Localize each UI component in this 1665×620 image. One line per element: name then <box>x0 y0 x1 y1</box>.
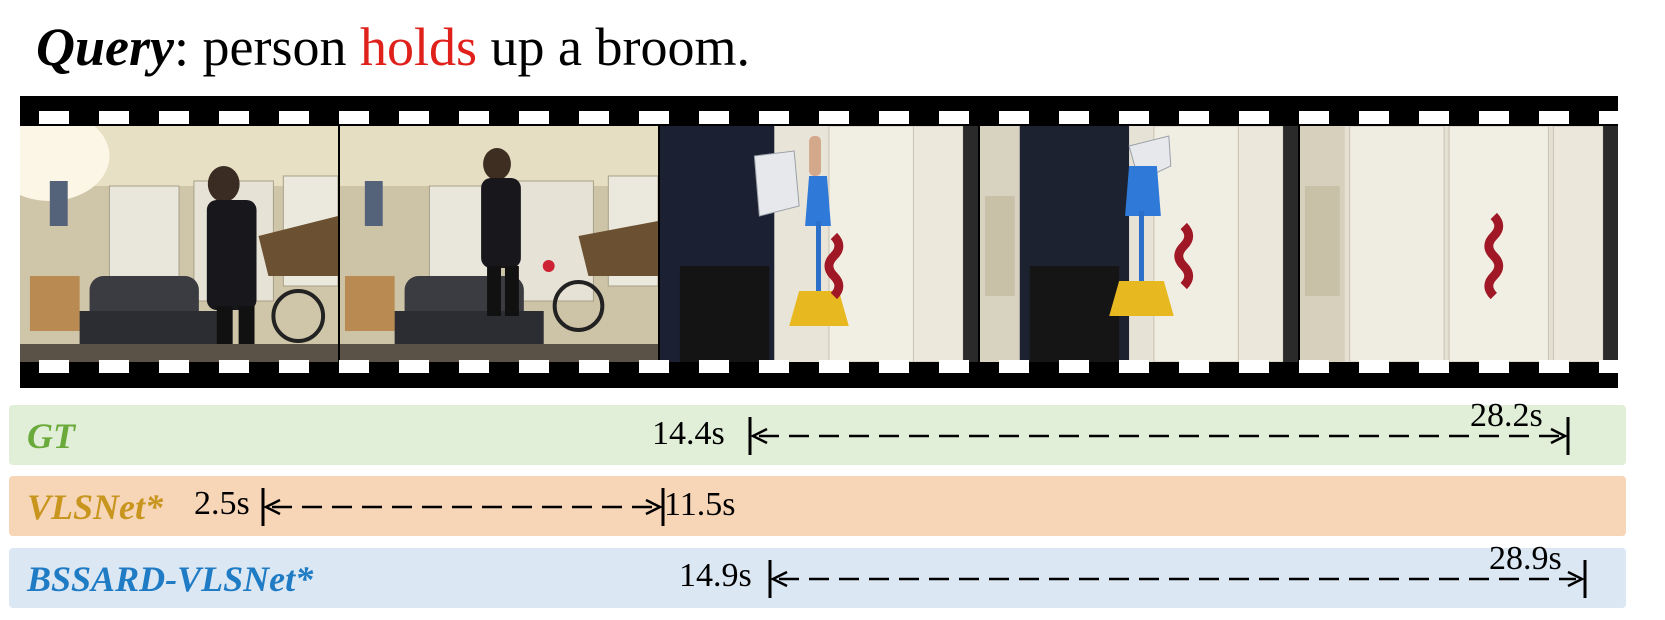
query-before: person <box>202 17 360 77</box>
query-separator: : <box>173 17 203 77</box>
video-frame-3 <box>660 126 980 362</box>
result-row-vlsnet: VLSNet* 2.5s 11.5s <box>9 476 1626 536</box>
video-frame-5 <box>1300 126 1618 362</box>
query-keyword: holds <box>359 17 477 77</box>
film-perforations-top <box>20 111 1618 124</box>
query-text: Query: person holds up a broom. <box>36 17 750 77</box>
result-row-bssard-vlsnet: BSSARD-VLSNet* 14.9s 28.9s <box>9 540 1626 608</box>
result-row-gt: GT 14.4s 28.2s <box>9 397 1626 465</box>
bssard-interval-arrow <box>768 560 1587 598</box>
vlsnet-interval-arrow <box>261 488 665 526</box>
video-frame-4 <box>980 126 1300 362</box>
query-after: up a broom. <box>477 17 750 77</box>
film-perforations-bottom <box>20 360 1618 373</box>
video-frame-2 <box>340 126 660 362</box>
query-label: Query <box>36 17 174 77</box>
film-strip <box>20 96 1618 388</box>
video-frame-1 <box>20 126 340 362</box>
video-frames <box>20 126 1618 362</box>
gt-interval-arrow <box>748 417 1570 455</box>
